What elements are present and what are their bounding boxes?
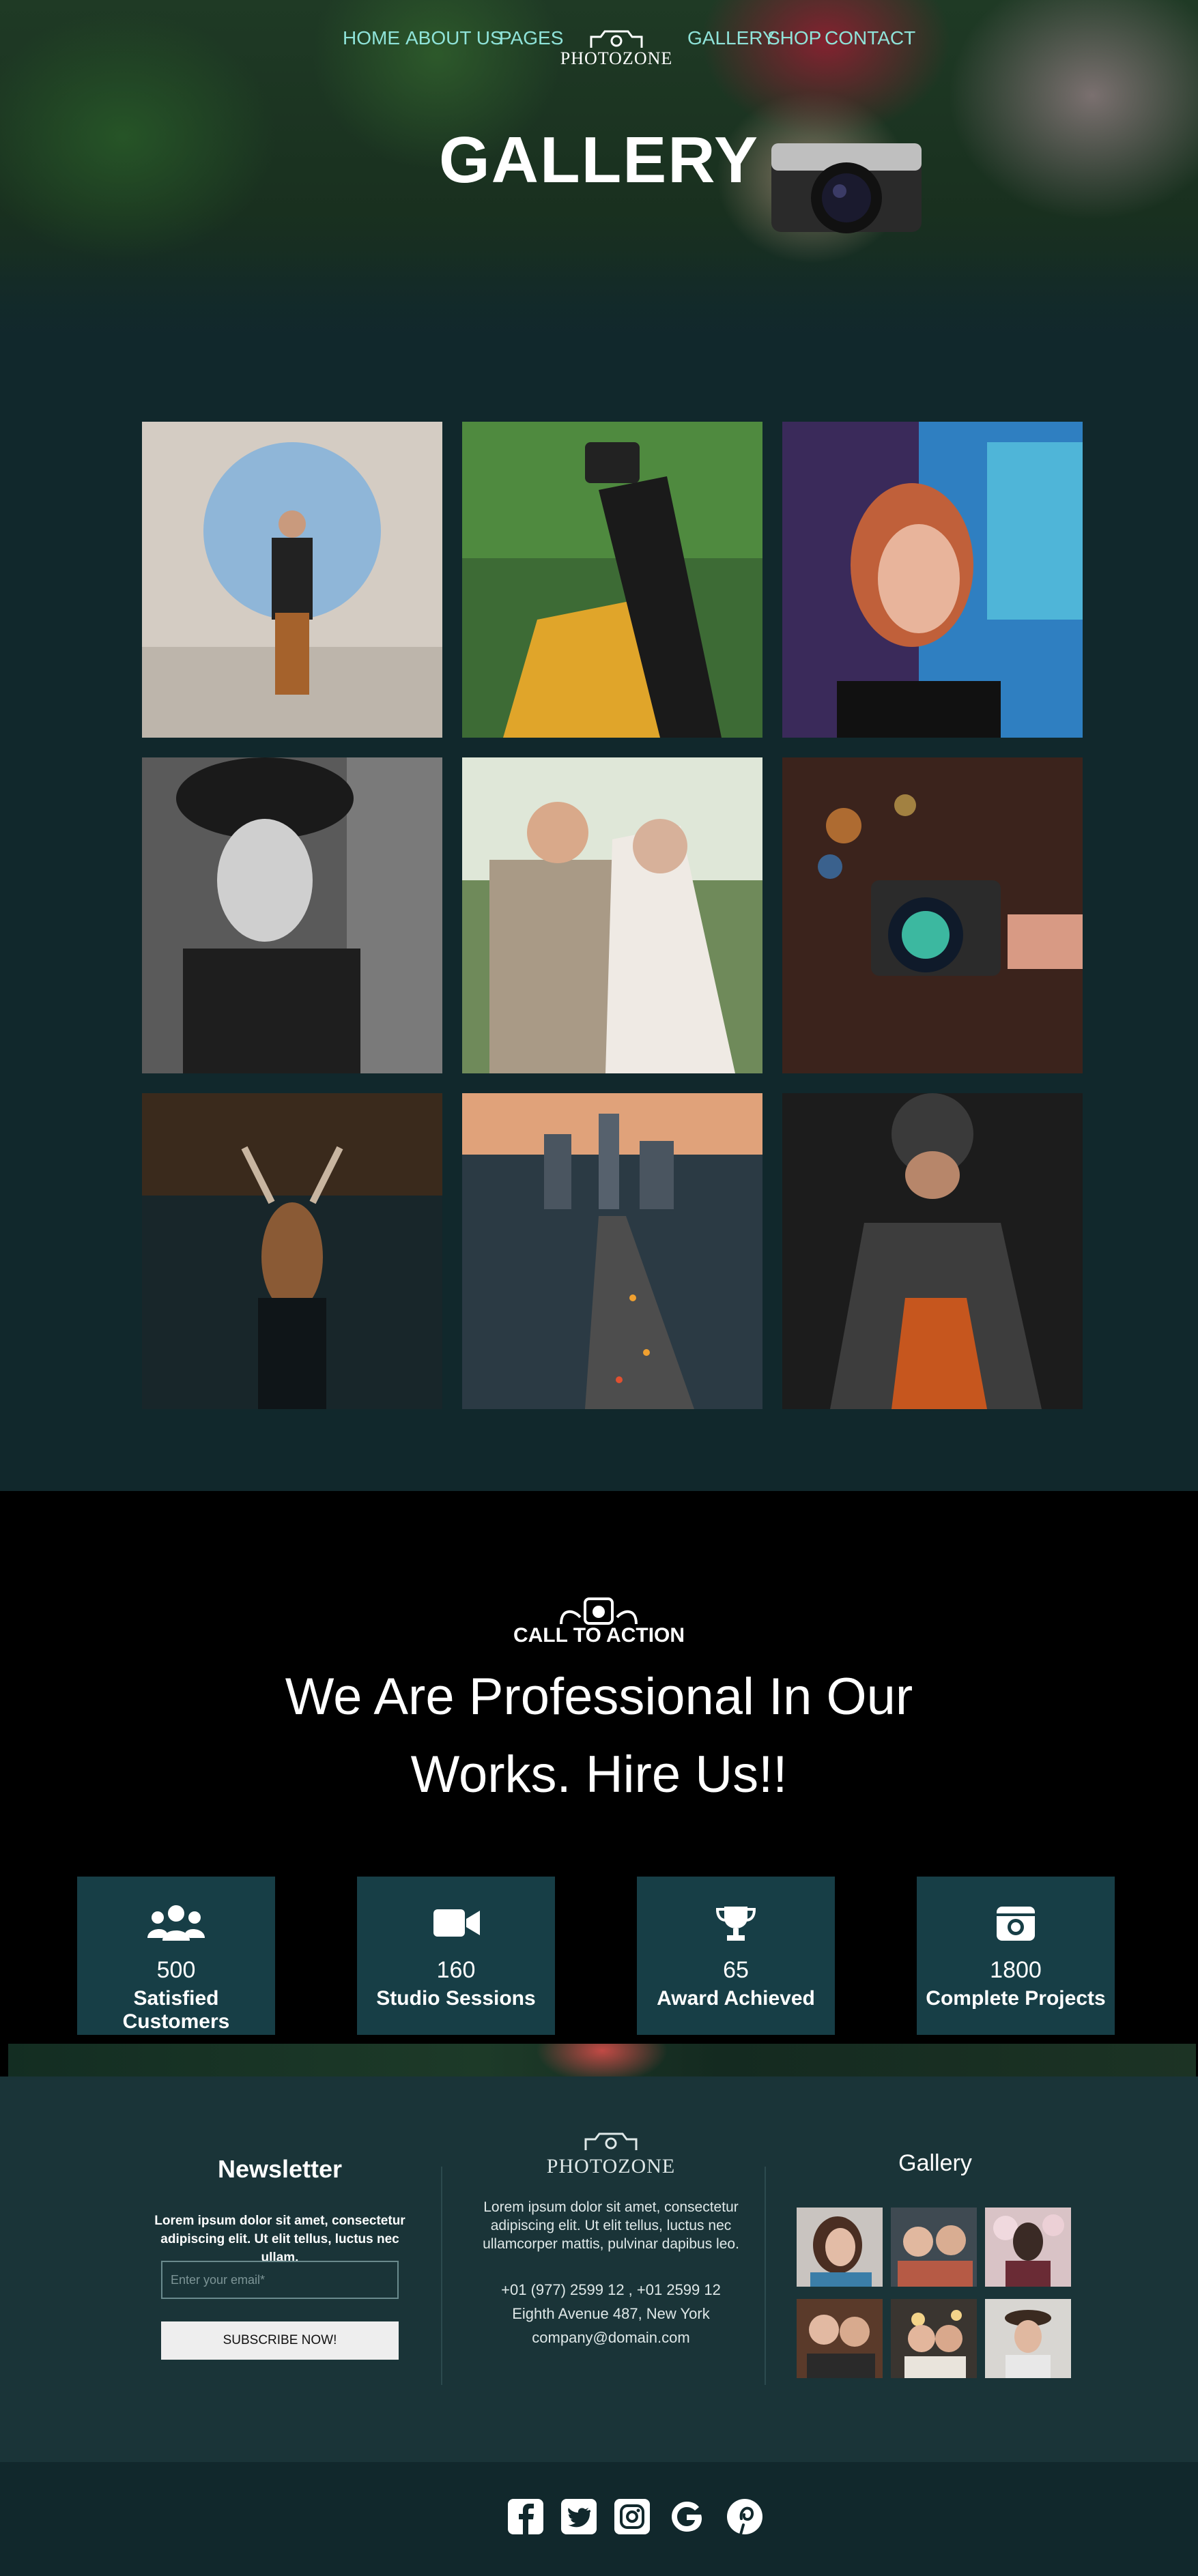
stat-card-awards: 65 Award Achieved <box>637 1877 835 2035</box>
footer-gallery-title: Gallery <box>898 2150 972 2176</box>
woman-in-hat-photo[interactable] <box>142 757 442 1073</box>
contact-phone: +01 (977) 2599 12 , +01 2599 12 <box>501 2281 721 2298</box>
social-bar <box>0 2462 1198 2576</box>
users-icon <box>147 1905 205 1941</box>
gallery-thumb[interactable] <box>985 2208 1071 2287</box>
smiling-woman-neon-photo[interactable] <box>782 422 1083 738</box>
footer-about-text: Lorem ipsum dolor sit amet, consectetur … <box>483 2199 739 2252</box>
camera-icon <box>560 1597 638 1625</box>
footer-logo[interactable]: PHOTOZONE <box>543 2131 679 2178</box>
newsletter-title: Newsletter <box>217 2155 343 2183</box>
nav-about-us[interactable]: ABOUT US <box>405 27 503 49</box>
cta-heading: We Are Professional In Our Works. Hire U… <box>0 1658 1198 1814</box>
footer-contact: +01 (977) 2599 12 , +01 2599 12 Eighth A… <box>478 2278 744 2349</box>
cta-section: CALL TO ACTION We Are Professional In Ou… <box>0 1491 1198 2044</box>
pinterest-icon[interactable] <box>726 2498 764 2536</box>
gallery-thumb[interactable] <box>797 2299 883 2378</box>
cta-heading-line2: Works. Hire Us!! <box>410 1746 788 1804</box>
nav-shop[interactable]: SHOP <box>767 27 821 49</box>
stat-label: Studio Sessions <box>376 1987 536 2010</box>
stat-card-customers: 500 Satisfied Customers <box>77 1877 275 2035</box>
video-icon <box>433 1909 480 1937</box>
contact-email[interactable]: company@domain.com <box>478 2326 744 2349</box>
wedding-couple-photo[interactable] <box>462 757 762 1073</box>
instagram-icon[interactable] <box>613 2498 651 2536</box>
stat-number: 500 <box>156 1957 196 1983</box>
decorative-photo-strip <box>8 2044 1196 2076</box>
gallery-thumb[interactable] <box>985 2299 1071 2378</box>
stat-card-sessions: 160 Studio Sessions <box>357 1877 555 2035</box>
stat-number: 65 <box>723 1957 749 1983</box>
gallery-thumb[interactable] <box>891 2299 977 2378</box>
nav-gallery[interactable]: GALLERY <box>687 27 775 49</box>
camera-icon <box>584 2132 638 2150</box>
nav-home[interactable]: HOME <box>343 27 400 49</box>
man-in-circle-photo[interactable] <box>142 422 442 738</box>
nav-contact[interactable]: CONTACT <box>825 27 915 49</box>
email-field[interactable] <box>161 2261 399 2299</box>
google-icon[interactable] <box>668 2498 706 2536</box>
stat-number: 160 <box>436 1957 476 1983</box>
city-road-photo[interactable] <box>462 1093 762 1409</box>
gallery-thumb[interactable] <box>797 2208 883 2287</box>
nav-pages[interactable]: PAGES <box>499 27 563 49</box>
page-title: GALLERY <box>438 124 760 197</box>
trophy-icon <box>715 1907 756 1941</box>
cta-heading-line1: We Are Professional In Our <box>285 1668 913 1726</box>
twitter-icon[interactable] <box>560 2498 598 2536</box>
site-logo[interactable]: PHOTOZONE <box>558 29 674 70</box>
hero-section: HOME ABOUT US PAGES GALLERY SHOP CONTACT… <box>0 0 1198 355</box>
facebook-icon[interactable] <box>507 2498 545 2536</box>
stat-label: Satisfied Customers <box>122 1987 230 2033</box>
man-in-jacket-photo[interactable] <box>782 1093 1083 1409</box>
gallery-section <box>0 355 1198 1491</box>
hero-fade <box>0 259 1198 355</box>
newsletter-text: Lorem ipsum dolor sit amet, consectetur … <box>154 2214 405 2265</box>
camera-icon <box>997 1907 1035 1941</box>
footer-divider <box>441 2167 442 2385</box>
contact-address: Eighth Avenue 487, New York <box>512 2305 710 2322</box>
logo-text: PHOTOZONE <box>560 48 673 68</box>
subscribe-button[interactable]: SUBSCRIBE NOW! <box>161 2321 399 2360</box>
camera-icon <box>590 30 643 48</box>
stat-card-projects: 1800 Complete Projects <box>917 1877 1115 2035</box>
stat-label: Award Achieved <box>657 1987 815 2010</box>
cta-label: CALL TO ACTION <box>513 1624 685 1647</box>
footer: Newsletter Lorem ipsum dolor sit amet, c… <box>0 2076 1198 2462</box>
woman-with-camera-photo[interactable] <box>462 422 762 738</box>
stat-number: 1800 <box>990 1957 1042 1983</box>
gallery-thumb[interactable] <box>891 2208 977 2287</box>
camera-bokeh-photo[interactable] <box>782 757 1083 1073</box>
footer-divider <box>765 2167 766 2385</box>
deer-photo[interactable] <box>142 1093 442 1409</box>
stat-label: Complete Projects <box>926 1987 1106 2010</box>
logo-text: PHOTOZONE <box>546 2155 676 2177</box>
